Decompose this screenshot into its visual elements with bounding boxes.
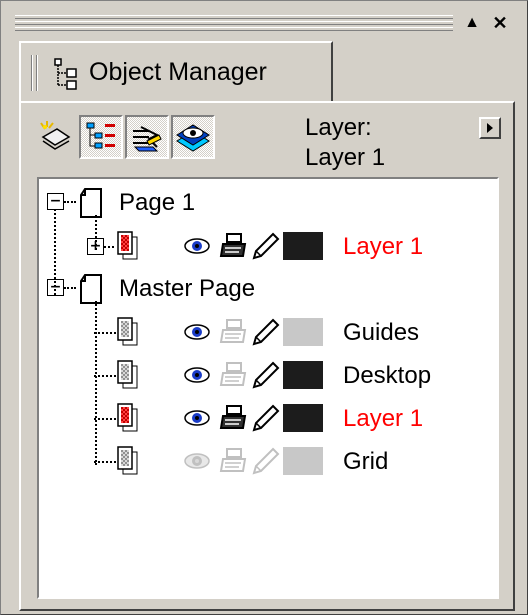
close-icon[interactable]: ✕: [487, 9, 513, 37]
show-properties-button[interactable]: [79, 115, 123, 159]
pencil-disabled-icon: [252, 447, 280, 475]
eye-icon: [184, 410, 210, 426]
eye-icon: [184, 367, 210, 383]
new-layer-icon: [40, 121, 71, 150]
layer-color-swatch[interactable]: [283, 232, 323, 260]
active-layer-label: Layer: Layer 1: [305, 113, 385, 173]
layer-name: Guides: [343, 319, 420, 346]
tree-connector: [94, 332, 116, 334]
eye-hidden-icon: [184, 453, 210, 469]
tree-connector: [94, 461, 116, 463]
printer-disabled-icon: [219, 362, 247, 386]
layer-name: Layer 1: [343, 405, 424, 432]
page-name: Page 1: [119, 189, 196, 216]
properties-list-icon: [86, 122, 115, 149]
active-layer-name: Layer 1: [305, 144, 386, 171]
layer-icon: [117, 317, 138, 346]
eye-icon: [184, 324, 210, 340]
layer-icon: [117, 360, 138, 389]
page-row[interactable]: − Master Page: [39, 271, 497, 311]
layer-icon: [117, 403, 138, 432]
pencil-icon: [252, 404, 280, 432]
tree-connector: [64, 287, 76, 289]
object-manager-panel: Layer: Layer 1 − Page 1 + Layer 1− Master Pa…: [19, 101, 515, 611]
tree-connector: [95, 215, 97, 250]
pencil-icon: [252, 361, 280, 389]
printer-disabled-icon: [219, 448, 247, 472]
layer-view-eye-icon: [176, 124, 210, 152]
page-icon: [80, 188, 102, 218]
layer-row[interactable]: Guides: [39, 314, 497, 354]
edit-across-layers-icon: [133, 126, 162, 152]
pencil-icon: [252, 232, 280, 260]
object-manager-docker: ▲ ✕ Object Manager Layer: Layer 1 − Page…: [0, 0, 528, 615]
tree-connector: [94, 375, 116, 377]
layer-row[interactable]: Layer 1: [39, 400, 497, 440]
collapse-toggle-icon[interactable]: −: [47, 193, 64, 210]
tree-connector: [64, 201, 76, 203]
printer-icon: [219, 233, 247, 257]
tree-connector: [54, 209, 56, 295]
eye-icon: [184, 238, 210, 254]
tree-connector: [94, 418, 116, 420]
page-row[interactable]: − Page 1: [39, 185, 497, 225]
docker-title-grip[interactable]: [15, 15, 453, 33]
page-icon: [80, 274, 102, 304]
tree-connector: [95, 301, 97, 465]
layer-manager-view-button[interactable]: [171, 115, 215, 159]
layer-name: Desktop: [343, 362, 432, 389]
object-tree: − Page 1 + Layer 1− Master Page Guides Desktop…: [37, 177, 499, 599]
new-layer-button[interactable]: [33, 115, 77, 159]
printer-icon: [219, 405, 247, 429]
flyout-menu-button[interactable]: [479, 117, 501, 139]
tab-grip: [31, 55, 41, 91]
layer-caption: Layer:: [305, 114, 372, 141]
object-tree-icon: [54, 58, 77, 90]
tree-connector: [104, 246, 114, 248]
pencil-icon: [252, 318, 280, 346]
layer-color-swatch[interactable]: [283, 404, 323, 432]
layer-icon: [117, 446, 138, 475]
layer-row[interactable]: Desktop: [39, 357, 497, 397]
layer-color-swatch[interactable]: [283, 361, 323, 389]
layer-row[interactable]: Grid: [39, 443, 497, 483]
printer-disabled-icon: [219, 319, 247, 343]
layer-icon: [117, 231, 138, 260]
tab-label: Object Manager: [89, 58, 267, 86]
page-name: Master Page: [119, 275, 256, 302]
layer-name: Layer 1: [343, 233, 424, 260]
edit-across-layers-button[interactable]: [125, 115, 169, 159]
layer-row[interactable]: + Layer 1: [39, 228, 497, 268]
tab-object-manager[interactable]: Object Manager: [19, 41, 333, 103]
collapse-arrow-icon[interactable]: ▲: [459, 9, 485, 37]
layer-name: Grid: [343, 448, 389, 475]
layer-color-swatch[interactable]: [283, 318, 323, 346]
layer-color-swatch[interactable]: [283, 447, 323, 475]
